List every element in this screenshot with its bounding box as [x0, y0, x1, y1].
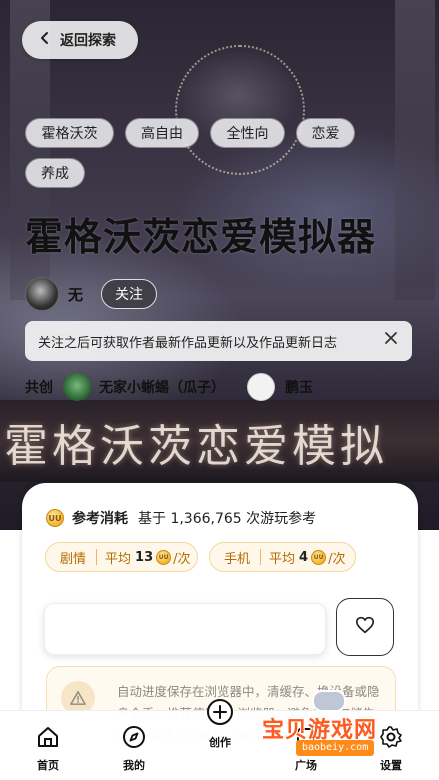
nav-create[interactable]: 创作 [193, 696, 247, 750]
author-name[interactable]: 无 [68, 284, 83, 305]
cocreator-avatar[interactable] [247, 373, 275, 401]
back-label: 返回探索 [60, 33, 116, 49]
start-play-button[interactable] [44, 603, 326, 655]
nav-label: 创作 [209, 736, 231, 749]
pill-value: 13 [135, 549, 154, 565]
tag-chip[interactable]: 养成 [25, 158, 85, 188]
tag-chip[interactable]: 恋爱 [296, 118, 355, 148]
follow-button[interactable]: 关注 [101, 279, 158, 309]
tag-chip[interactable]: 霍格沃茨 [25, 118, 114, 148]
nav-label: 我的 [123, 759, 145, 772]
cocreator-avatar[interactable] [63, 373, 91, 401]
favorite-button[interactable] [336, 598, 394, 656]
sparkle-ring [175, 45, 305, 175]
nav-mine[interactable]: 我的 [104, 725, 164, 773]
follow-tip-text: 关注之后可获取作者最新作品更新以及作品更新日志 [38, 335, 338, 351]
site-watermark: 宝贝游戏网 baobeiy.com [262, 690, 412, 760]
artwork-pillar [395, 0, 435, 300]
nav-label: 首页 [37, 759, 59, 772]
cost-pill-phone: 手机 平均 4 UU /次 [209, 542, 356, 572]
pill-label: 剧情 [60, 551, 87, 567]
pill-avg-label: 平均 [105, 551, 132, 567]
compass-icon [122, 725, 146, 753]
close-icon[interactable] [384, 330, 398, 350]
nav-home[interactable]: 首页 [18, 725, 78, 773]
pill-value: 4 [299, 549, 309, 565]
follow-tip-toast: 关注之后可获取作者最新作品更新以及作品更新日志 [25, 321, 412, 361]
pill-per: /次 [328, 551, 346, 567]
watermark-url: baobeiy.com [296, 740, 375, 756]
coin-icon: UU [46, 509, 64, 527]
chevron-left-icon [40, 31, 50, 49]
cost-title: 参考消耗 [72, 511, 128, 527]
cocreator-name[interactable]: 鹏玉 [285, 377, 313, 397]
cost-subtitle: 基于 1,366,765 次游玩参考 [138, 511, 317, 527]
home-icon [36, 725, 60, 753]
gamepad-icon [312, 690, 346, 712]
tag-chip[interactable]: 全性向 [210, 118, 285, 148]
reference-cost-row: UU 参考消耗 基于 1,366,765 次游玩参考 [46, 508, 316, 528]
artwork-banner-text: 霍格沃茨恋爱模拟 [4, 421, 388, 472]
cost-pill-story: 剧情 平均 13 UU /次 [45, 542, 198, 572]
hero-artwork: 霍格沃茨恋爱模拟 [0, 0, 439, 540]
coin-icon: UU [311, 549, 327, 565]
author-avatar[interactable] [25, 277, 59, 311]
back-to-explore-button[interactable]: 返回探索 [22, 21, 138, 59]
create-icon [206, 698, 234, 730]
cocreate-label: 共创 [25, 380, 53, 396]
cocreator-name[interactable]: 无家小蜥蜴（瓜子） [99, 377, 225, 397]
work-title: 霍格沃茨恋爱模拟器 [25, 215, 377, 259]
pill-avg-label: 平均 [269, 551, 296, 567]
tag-chip[interactable]: 高自由 [125, 118, 199, 148]
coin-icon: UU [156, 549, 172, 565]
author-row: 无 关注 [25, 277, 158, 311]
cocreators-row: 共创 无家小蜥蜴（瓜子） 鹏玉 [25, 372, 313, 402]
pill-label: 手机 [224, 551, 251, 567]
pill-per: /次 [173, 551, 191, 567]
heart-icon [355, 616, 375, 638]
